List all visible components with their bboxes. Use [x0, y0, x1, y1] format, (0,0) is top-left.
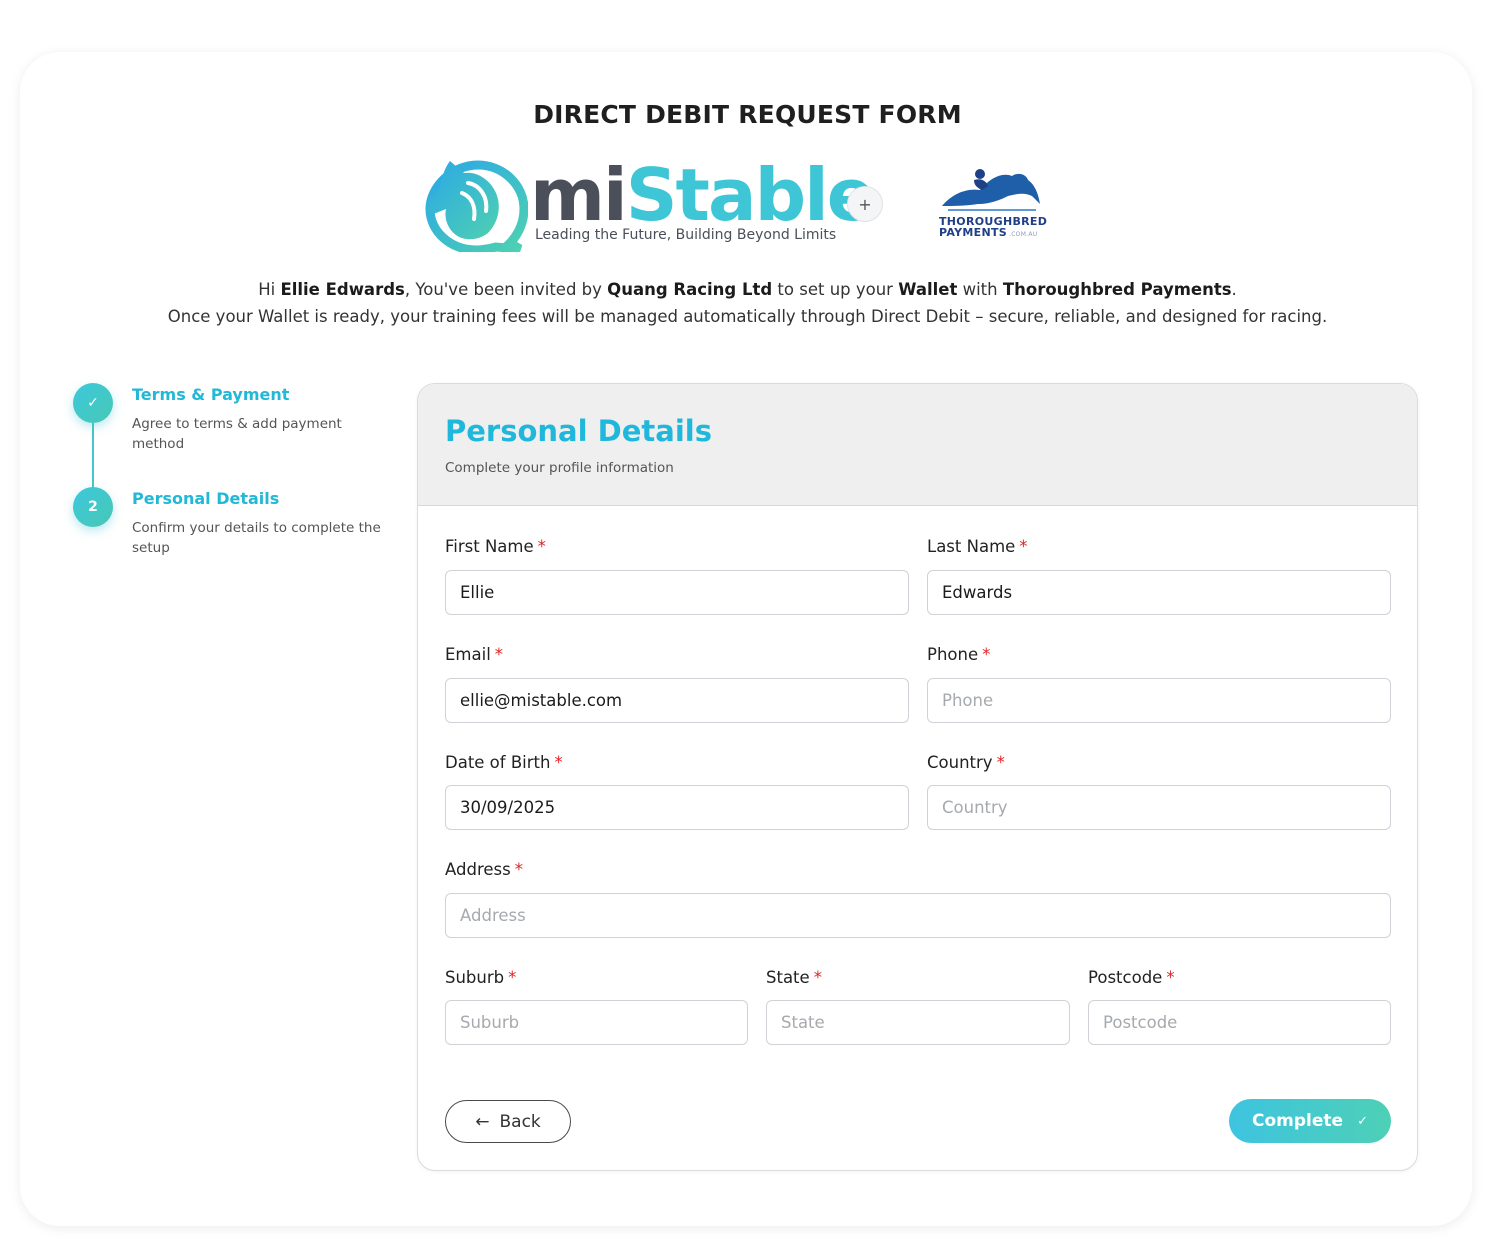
checkmark-icon: ✓ — [73, 383, 113, 423]
intro-wallet-text: Once your Wallet is ready, your training… — [167, 307, 1328, 326]
first-name-label: First Name * — [445, 537, 546, 556]
mistable-logo: miStable Leading the Future, Building Be… — [418, 155, 876, 252]
back-button[interactable]: ← Back — [445, 1100, 571, 1143]
mistable-tagline: Leading the Future, Building Beyond Limi… — [535, 227, 837, 243]
first-name-input[interactable] — [445, 570, 909, 615]
email-label: Email * — [445, 645, 504, 664]
address-label: Address * — [445, 860, 523, 879]
payments-logo-text: PAYMENTS .COM.AU — [939, 226, 1038, 239]
step-description: Confirm your details to complete the set… — [132, 520, 381, 556]
page-title: DIRECT DEBIT REQUEST FORM — [533, 100, 962, 129]
step-title: Personal Details — [132, 489, 280, 508]
dob-label: Date of Birth * — [445, 753, 563, 772]
form-subtitle: Complete your profile information — [445, 460, 674, 476]
mistable-wordmark: miStable — [530, 153, 876, 237]
form-title: Personal Details — [445, 414, 712, 448]
step-description: Agree to terms & add payment method — [132, 416, 342, 452]
step-title: Terms & Payment — [132, 385, 290, 404]
last-name-input[interactable] — [927, 570, 1391, 615]
postcode-input[interactable] — [1088, 1000, 1391, 1045]
step-number: 2 — [73, 487, 113, 527]
plus-icon: + — [847, 186, 883, 222]
state-label: State * — [766, 968, 822, 987]
suburb-label: Suburb * — [445, 968, 517, 987]
state-input[interactable] — [766, 1000, 1070, 1045]
arrow-left-icon: ← — [475, 1111, 490, 1132]
dob-input[interactable] — [445, 785, 909, 830]
back-label: Back — [499, 1111, 541, 1132]
email-input[interactable] — [445, 678, 909, 723]
complete-label: Complete — [1252, 1111, 1344, 1131]
panel-header: Personal Details Complete your profile i… — [418, 384, 1417, 506]
racehorse-jockey-icon — [942, 169, 1040, 211]
personal-details-panel: Personal Details Complete your profile i… — [417, 383, 1418, 1171]
phone-input[interactable] — [927, 678, 1391, 723]
address-input[interactable] — [445, 893, 1391, 938]
suburb-input[interactable] — [445, 1000, 748, 1045]
check-icon: ✓ — [1357, 1113, 1368, 1129]
complete-button[interactable]: Complete ✓ — [1229, 1099, 1391, 1143]
last-name-label: Last Name * — [927, 537, 1028, 556]
intro-invitation-text: Hi Ellie Edwards, You've been invited by… — [258, 280, 1237, 299]
postcode-label: Postcode * — [1088, 968, 1175, 987]
country-input[interactable] — [927, 785, 1391, 830]
horse-head-logo-icon — [425, 160, 528, 252]
stepper-connector — [92, 423, 94, 489]
thoroughbred-payments-logo: THOROUGHBRED PAYMENTS .COM.AU — [936, 166, 1047, 242]
country-label: Country * — [927, 753, 1005, 772]
phone-label: Phone * — [927, 645, 991, 664]
